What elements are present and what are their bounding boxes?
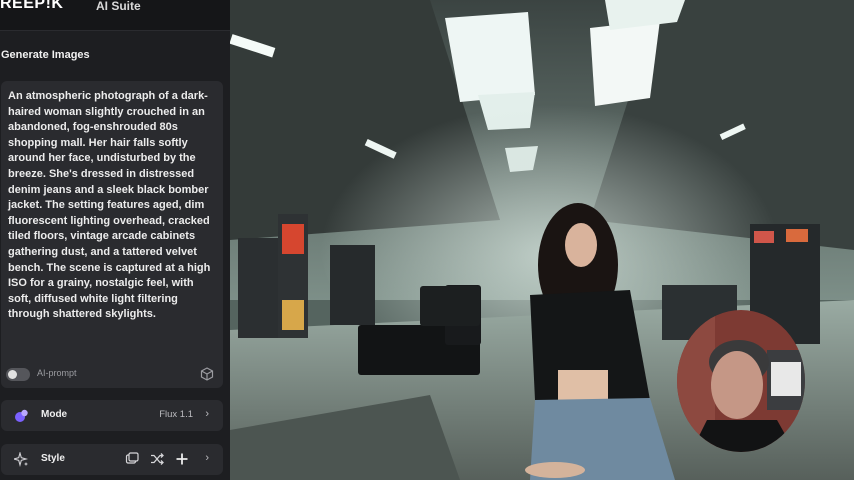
chevron-right-icon: › bbox=[205, 452, 209, 464]
shuffle-icon[interactable] bbox=[150, 452, 164, 466]
sidebar-panel: REEP!K AI Suite Generate Images An atmos… bbox=[0, 0, 230, 480]
chevron-right-icon: › bbox=[205, 408, 209, 420]
style-selector[interactable]: Style › bbox=[1, 444, 223, 475]
ai-prompt-toggle[interactable] bbox=[6, 368, 30, 381]
cube-icon[interactable] bbox=[200, 367, 214, 381]
brand-logo[interactable]: REEP!K bbox=[0, 0, 63, 13]
mode-value: Flux 1.1 bbox=[159, 409, 193, 420]
webcam-overlay bbox=[677, 310, 805, 452]
mode-icon bbox=[15, 409, 28, 422]
style-label: Style bbox=[41, 453, 65, 464]
mode-selector[interactable]: Mode Flux 1.1 › bbox=[1, 400, 223, 431]
section-title: Generate Images bbox=[1, 49, 90, 61]
plus-icon[interactable] bbox=[175, 452, 189, 466]
sparkle-icon bbox=[14, 452, 29, 467]
prompt-text[interactable]: An atmospheric photograph of a dark-hair… bbox=[8, 89, 218, 323]
image-reference-icon[interactable] bbox=[125, 452, 139, 466]
top-bar: REEP!K AI Suite bbox=[0, 0, 230, 31]
toggle-knob bbox=[8, 370, 17, 379]
suite-label: AI Suite bbox=[96, 0, 141, 13]
mode-label: Mode bbox=[41, 409, 68, 420]
prompt-textarea[interactable]: An atmospheric photograph of a dark-hair… bbox=[1, 81, 223, 388]
ai-prompt-label: AI-prompt bbox=[37, 368, 77, 378]
presenter-video bbox=[677, 310, 805, 452]
